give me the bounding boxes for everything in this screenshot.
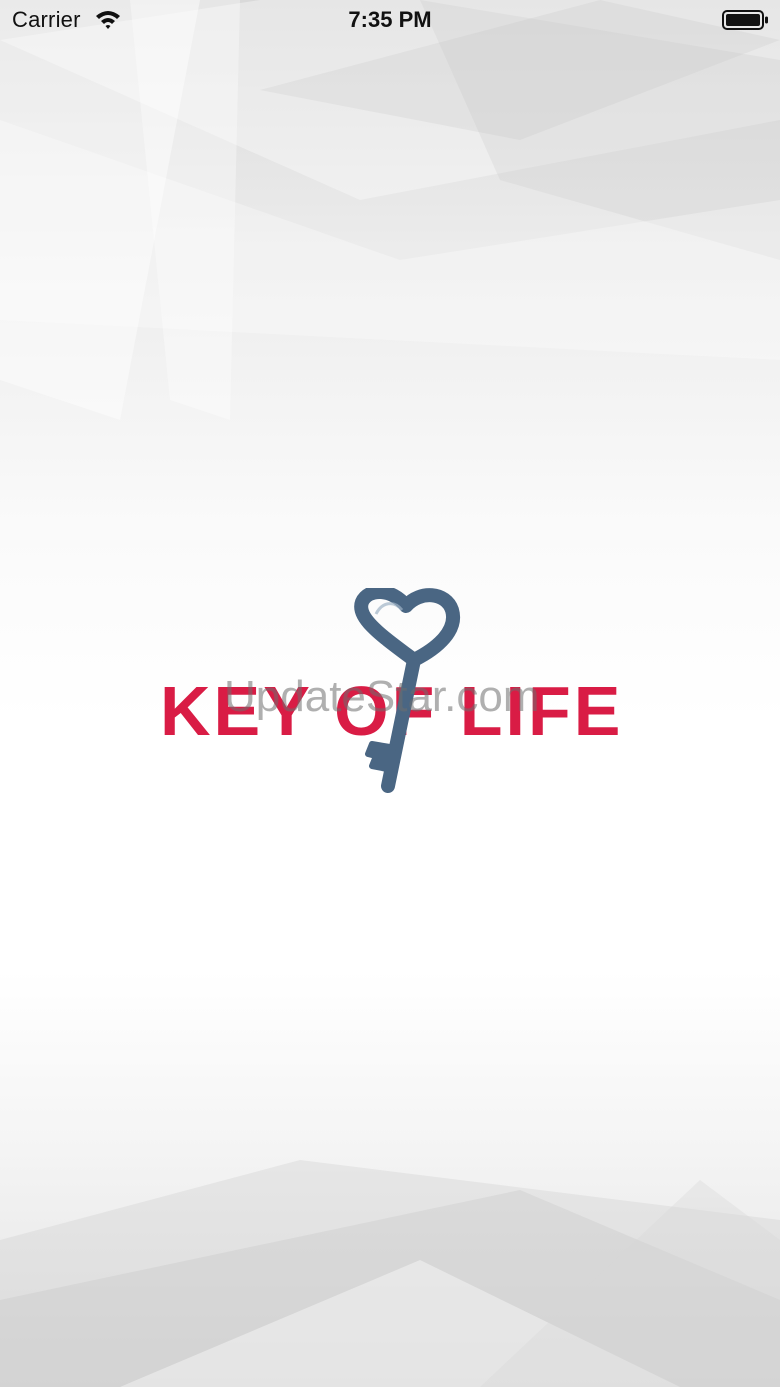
watermark-text: UpdateStar.com — [224, 672, 540, 721]
battery-icon — [722, 9, 770, 31]
splash-screen: Carrier 7:35 PM KEY OF LIFE UpdateStar.c — [0, 0, 780, 1387]
clock-time: 7:35 PM — [348, 7, 432, 32]
status-bar: Carrier 7:35 PM — [0, 0, 780, 40]
